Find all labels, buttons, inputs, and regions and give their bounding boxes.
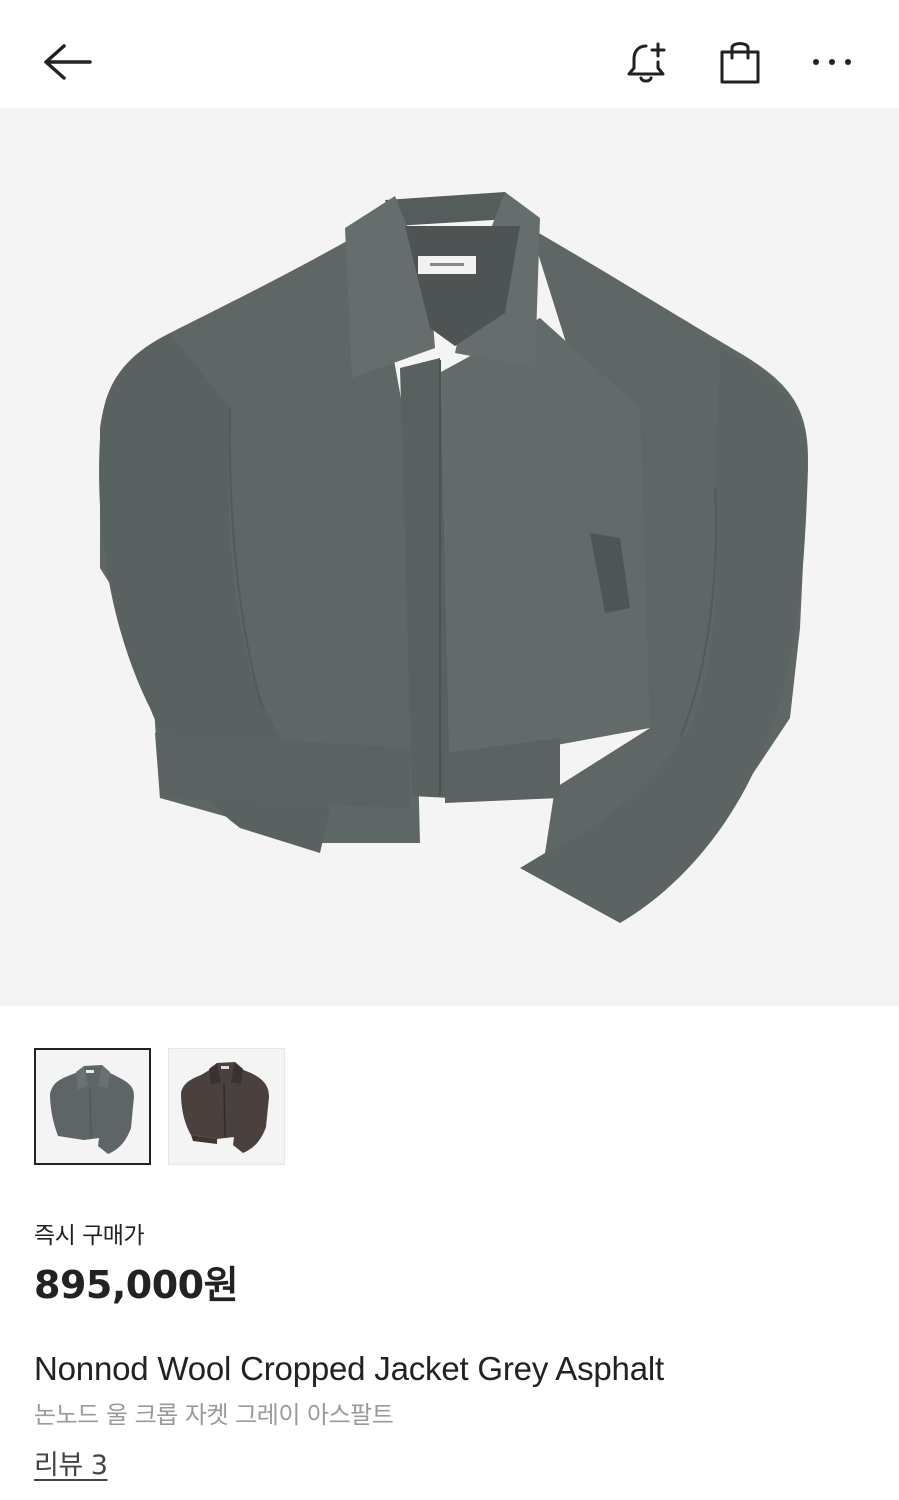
review-link[interactable]: 리뷰 3 — [34, 1443, 108, 1482]
thumbnail-brown[interactable] — [168, 1048, 285, 1165]
price-value: 895,000원 — [34, 1263, 239, 1307]
price-label: 즉시 구매가 — [34, 1223, 145, 1249]
more-horizontal-icon — [813, 59, 851, 65]
bell-plus-icon — [627, 42, 666, 83]
product-main-image[interactable] — [0, 108, 899, 1006]
product-name-korean: 논노드 울 크롭 자켓 그레이 아스팔트 — [34, 1401, 394, 1429]
shopping-bag-icon — [720, 42, 760, 84]
notification-add-button[interactable] — [616, 30, 680, 94]
product-name: Nonnod Wool Cropped Jacket Grey Asphalt — [34, 1350, 664, 1387]
back-button[interactable] — [34, 30, 98, 94]
thumbnail-grey[interactable] — [34, 1048, 151, 1165]
thumbnail-gallery — [34, 1048, 285, 1165]
top-bar — [0, 0, 899, 108]
jacket-thumbnail-brown — [181, 1062, 269, 1153]
more-options-button[interactable] — [800, 30, 864, 94]
jacket-thumbnail-grey — [50, 1065, 134, 1154]
product-detail-page: 즉시 구매가 895,000원 Nonnod Wool Cropped Jack… — [0, 0, 899, 1500]
jacket-image — [99, 192, 808, 923]
arrow-left-icon — [44, 44, 92, 80]
shopping-bag-button[interactable] — [708, 30, 772, 94]
